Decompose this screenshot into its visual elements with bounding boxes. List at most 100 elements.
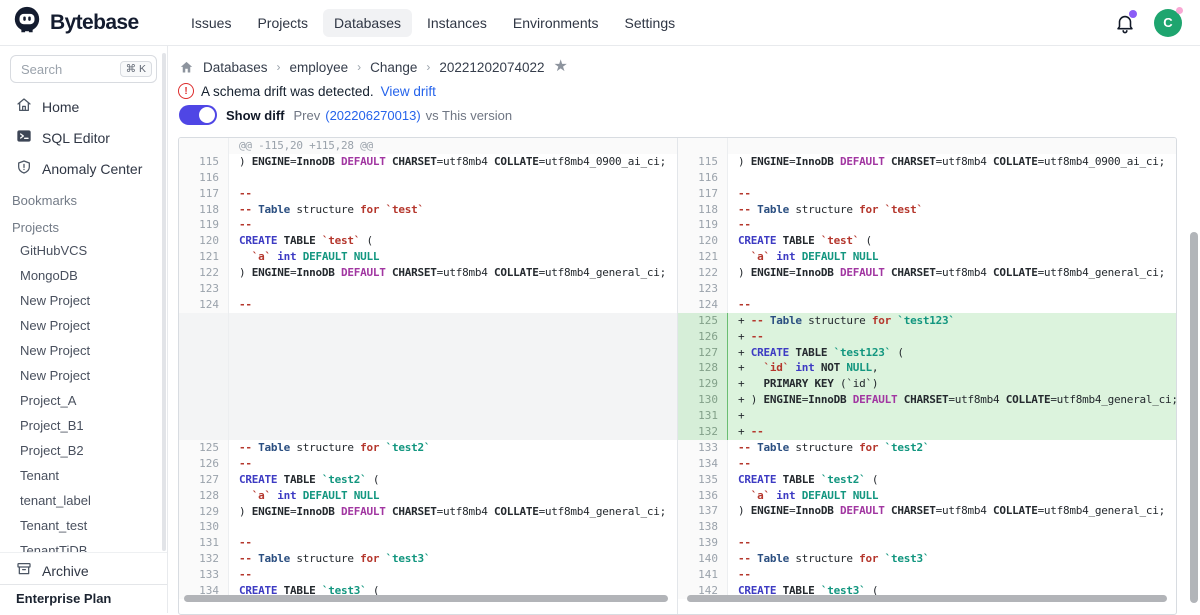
- code-text: --: [229, 535, 677, 551]
- sidebar-project-item[interactable]: New Project: [0, 363, 167, 388]
- breadcrumb-items: Databases›employee›Change›20221202074022: [203, 60, 545, 75]
- show-diff-toggle[interactable]: [179, 105, 217, 125]
- diff-line: 125-- Table structure for `test2`: [179, 440, 677, 456]
- home-icon: [16, 97, 32, 116]
- prev-version-link[interactable]: (202206270013): [325, 108, 420, 123]
- avatar[interactable]: C: [1154, 9, 1182, 37]
- nav-item-settings[interactable]: Settings: [614, 9, 687, 37]
- nav-item-projects[interactable]: Projects: [246, 9, 319, 37]
- view-drift-link[interactable]: View drift: [381, 84, 436, 99]
- diff-line: 123: [678, 281, 1176, 297]
- search-box[interactable]: ⌘ K: [10, 55, 157, 83]
- code-text: + ) ENGINE=InnoDB DEFAULT CHARSET=utf8mb…: [728, 392, 1176, 408]
- drift-message: A schema drift was detected.: [201, 84, 374, 99]
- code-text: CREATE TABLE `test2` (: [229, 472, 677, 488]
- line-number: 117: [179, 186, 229, 202]
- code-text: CREATE TABLE `test2` (: [728, 472, 1176, 488]
- breadcrumb: Databases›employee›Change›20221202074022…: [179, 59, 568, 75]
- line-number: 120: [179, 233, 229, 249]
- breadcrumb-item[interactable]: employee: [290, 60, 349, 75]
- line-number: 115: [678, 154, 728, 170]
- sidebar-section-bookmarks: Bookmarks: [0, 184, 167, 211]
- horizontal-scrollbar-right[interactable]: [687, 595, 1167, 602]
- notifications-bell-icon[interactable]: [1114, 12, 1136, 34]
- bytebase-logo[interactable]: Bytebase: [0, 5, 170, 40]
- sidebar-project-item[interactable]: Project_A: [0, 388, 167, 413]
- diff-toolbar: Show diff Prev (202206270013) vs This ve…: [179, 105, 512, 125]
- line-number: 129: [179, 504, 229, 520]
- line-number: 131: [678, 408, 728, 424]
- code-text: CREATE TABLE `test` (: [728, 233, 1176, 249]
- sidebar-item-anomaly-center[interactable]: Anomaly Center: [0, 153, 167, 184]
- nav-item-databases[interactable]: Databases: [323, 9, 412, 37]
- code-text: [229, 281, 677, 297]
- line-number: 125: [179, 440, 229, 456]
- code-text: `a` int DEFAULT NULL: [229, 488, 677, 504]
- diff-filler-block: [179, 313, 677, 440]
- diff-line: 129) ENGINE=InnoDB DEFAULT CHARSET=utf8m…: [179, 504, 677, 520]
- code-text: --: [728, 535, 1176, 551]
- diff-line: 138: [678, 519, 1176, 535]
- sidebar-project-item[interactable]: Tenant_test: [0, 513, 167, 538]
- sidebar-scrollbar[interactable]: [162, 53, 166, 551]
- breadcrumb-separator: ›: [277, 60, 281, 74]
- code-text: ) ENGINE=InnoDB DEFAULT CHARSET=utf8mb4 …: [728, 265, 1176, 281]
- breadcrumb-item[interactable]: 20221202074022: [439, 60, 544, 75]
- sidebar-project-item[interactable]: Tenant: [0, 463, 167, 488]
- code-text: ) ENGINE=InnoDB DEFAULT CHARSET=utf8mb4 …: [229, 154, 677, 170]
- breadcrumb-item[interactable]: Change: [370, 60, 417, 75]
- sidebar-item-sql-editor[interactable]: SQL Editor: [0, 122, 167, 153]
- line-number: 116: [678, 170, 728, 186]
- line-number: 126: [678, 329, 728, 345]
- sidebar-project-item[interactable]: New Project: [0, 288, 167, 313]
- breadcrumb-home-icon[interactable]: [179, 60, 194, 75]
- diff-line: 119--: [678, 217, 1176, 233]
- breadcrumb-separator: ›: [357, 60, 361, 74]
- diff-line: 127CREATE TABLE `test2` (: [179, 472, 677, 488]
- diff-line-added: 127+ CREATE TABLE `test123` (: [678, 345, 1176, 361]
- nav-item-instances[interactable]: Instances: [416, 9, 498, 37]
- nav-item-environments[interactable]: Environments: [502, 9, 610, 37]
- code-text: --: [728, 297, 1176, 313]
- sidebar-project-item[interactable]: GitHubVCS: [0, 238, 167, 263]
- top-nav: IssuesProjectsDatabasesInstancesEnvironm…: [180, 9, 686, 37]
- shield-icon: [16, 159, 32, 178]
- diff-line: 117--: [678, 186, 1176, 202]
- code-text: --: [728, 217, 1176, 233]
- search-shortcut-badge: ⌘ K: [120, 61, 152, 77]
- archive-label: Archive: [42, 563, 89, 579]
- prev-label: Prev: [294, 108, 321, 123]
- sidebar-item-label: Anomaly Center: [42, 161, 142, 177]
- line-number: 123: [678, 281, 728, 297]
- diff-rows-right: 115 ) ENGINE=InnoDB DEFAULT CHARSET=utf8m…: [678, 138, 1176, 599]
- vs-label: vs This version: [426, 108, 512, 123]
- sidebar-project-item[interactable]: New Project: [0, 338, 167, 363]
- search-input[interactable]: [19, 61, 120, 78]
- code-text: -- Table structure for `test`: [728, 202, 1176, 218]
- top-right: C: [1114, 9, 1200, 37]
- line-number: 132: [179, 551, 229, 567]
- sidebar-item-archive[interactable]: Archive: [0, 552, 167, 588]
- sidebar-project-item[interactable]: MongoDB: [0, 263, 167, 288]
- nav-item-issues[interactable]: Issues: [180, 9, 242, 37]
- horizontal-scrollbar-left[interactable]: [184, 595, 668, 602]
- schema-drift-banner: ! A schema drift was detected. View drif…: [178, 83, 436, 99]
- sidebar-project-item[interactable]: Project_B2: [0, 438, 167, 463]
- diff-line: 136 `a` int DEFAULT NULL: [678, 488, 1176, 504]
- page-vertical-scrollbar[interactable]: [1190, 232, 1198, 603]
- code-text: ) ENGINE=InnoDB DEFAULT CHARSET=utf8mb4 …: [229, 504, 677, 520]
- sidebar-project-item[interactable]: tenant_label: [0, 488, 167, 513]
- line-number: 127: [678, 345, 728, 361]
- code-text: [229, 519, 677, 535]
- star-icon[interactable]: ★: [554, 59, 568, 75]
- code-text: --: [728, 567, 1176, 583]
- sidebar-item-home[interactable]: Home: [0, 91, 167, 122]
- diff-line: 121 `a` int DEFAULT NULL: [678, 249, 1176, 265]
- sidebar-project-item[interactable]: New Project: [0, 313, 167, 338]
- code-text: --: [229, 456, 677, 472]
- breadcrumb-item[interactable]: Databases: [203, 60, 268, 75]
- sidebar-project-item[interactable]: Project_B1: [0, 413, 167, 438]
- diff-line: 120CREATE TABLE `test` (: [678, 233, 1176, 249]
- line-number: 121: [678, 249, 728, 265]
- show-diff-label: Show diff: [226, 108, 285, 123]
